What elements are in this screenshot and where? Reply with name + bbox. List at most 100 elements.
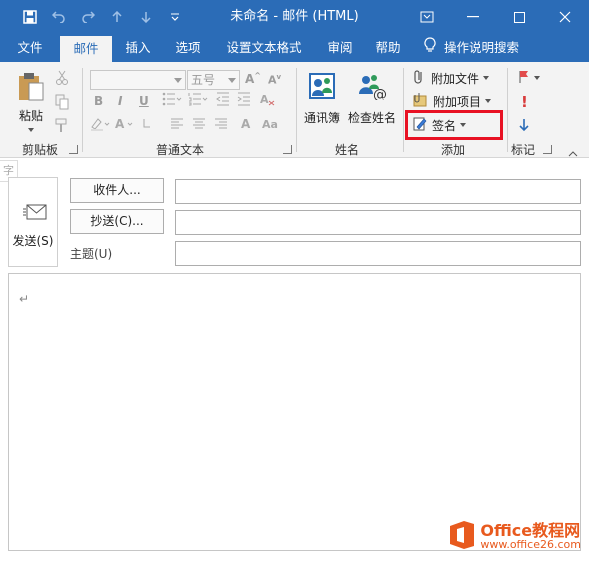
subject-label: 主题(U) [70,247,113,261]
to-button[interactable]: 收件人... [70,178,164,203]
close-button[interactable] [542,0,588,34]
font-name-combo[interactable] [90,70,186,90]
customize-toolbar-icon[interactable] [161,0,189,34]
address-book-button[interactable]: 通讯簿 [301,72,343,126]
group-divider [507,68,508,152]
down-arrow-icon[interactable] [132,0,160,34]
high-importance-icon[interactable]: ! [521,92,528,112]
tab-review[interactable]: 审阅 [318,34,362,62]
copy-icon[interactable] [55,92,69,112]
message-body[interactable]: ↵ [8,273,581,551]
tags-group-label: 标记 [510,143,535,157]
send-button[interactable]: 发送(S) [8,177,58,267]
include-group-label: 添加 [440,143,465,157]
title-bar: 未命名 - 邮件 (HTML) [0,0,589,34]
tab-message[interactable]: 邮件 [60,36,112,62]
up-arrow-icon[interactable] [103,0,131,34]
maximize-button[interactable] [496,0,542,34]
numbering-icon[interactable] [188,92,208,109]
bullets-icon[interactable] [162,92,182,109]
attach-item-label: 附加项目 [433,94,482,109]
ribbon-tabs: 文件 邮件 插入 选项 设置文本格式 审阅 帮助 操作说明搜索 [0,34,589,62]
highlight-color-icon[interactable] [90,117,112,134]
names-group-label: 姓名 [334,143,359,157]
tell-me-label: 操作说明搜索 [444,40,520,55]
format-painter-icon[interactable] [55,116,69,136]
attach-file-label: 附加文件 [431,71,480,86]
svg-text:A: A [241,117,251,131]
ribbon-display-icon[interactable] [404,0,450,34]
decrease-indent-icon[interactable] [216,92,230,109]
undo-icon[interactable] [45,0,73,34]
chevron-down-icon [228,78,236,83]
send-label: 发送(S) [12,234,54,248]
check-names-icon: @ [356,72,388,103]
chevron-down-icon [483,76,490,80]
cc-field[interactable] [175,210,581,235]
clipboard-icon [17,72,45,105]
watermark-brand: Office教程网 [480,520,581,540]
font-launcher-icon[interactable] [143,117,151,131]
grow-font-icon[interactable]: A^ [245,71,261,86]
style-a-icon[interactable]: A [240,117,256,134]
basic-text-launcher-icon[interactable] [283,145,292,154]
office-logo-icon [448,520,476,553]
to-field[interactable] [175,179,581,204]
bold-button[interactable]: B [94,94,103,108]
style-aa-icon[interactable]: Aa [262,117,280,134]
attach-file-button[interactable]: 附加文件 [413,68,490,88]
clear-formatting-icon[interactable]: A [260,92,276,109]
follow-up-button[interactable] [518,68,540,88]
font-color-icon[interactable]: A [115,117,137,134]
chevron-down-icon [174,78,182,83]
check-names-label: 检查姓名 [347,111,396,125]
tab-insert[interactable]: 插入 [116,34,160,62]
chevron-down-icon [534,76,540,80]
tags-launcher-icon[interactable] [543,145,552,154]
paragraph-mark: ↵ [19,292,30,306]
paste-button[interactable]: 粘贴 [14,72,48,132]
check-names-button[interactable]: @ 检查姓名 [346,72,398,126]
tab-format-text[interactable]: 设置文本格式 [218,34,310,62]
group-divider [296,68,297,152]
address-book-label: 通讯簿 [303,111,340,125]
tab-help[interactable]: 帮助 [366,34,410,62]
flag-icon [518,70,530,87]
font-size-combo[interactable]: 五号 [187,70,240,90]
attach-item-icon [413,92,427,111]
tab-options[interactable]: 选项 [166,34,210,62]
underline-button[interactable]: U [139,94,149,108]
align-right-icon[interactable] [214,117,228,134]
cc-button[interactable]: 抄送(C)... [70,209,164,234]
subject-field[interactable] [175,241,581,266]
svg-text:@: @ [373,87,387,100]
svg-text:A: A [115,117,125,131]
cut-icon[interactable] [55,68,69,88]
svg-text:A: A [260,93,269,106]
attach-item-button[interactable]: 附加项目 [413,91,492,111]
low-importance-icon[interactable] [519,115,529,135]
align-left-icon[interactable] [170,117,184,134]
lightbulb-icon [424,35,436,63]
increase-indent-icon[interactable] [237,92,251,109]
exclamation-icon: ! [521,93,528,111]
send-envelope-icon [23,204,47,223]
watermark: Office教程网 www.office26.com [448,520,581,553]
italic-button[interactable]: I [118,94,122,108]
paperclip-icon [413,69,425,88]
save-icon[interactable] [16,0,44,34]
clipboard-group-label: 剪贴板 [21,143,58,157]
shrink-font-icon[interactable]: Av [268,73,281,87]
tab-file[interactable]: 文件 [8,34,52,62]
paste-label: 粘贴 [18,109,43,123]
tell-me-search[interactable]: 操作说明搜索 [424,34,534,62]
align-center-icon[interactable] [192,117,206,134]
clipboard-launcher-icon[interactable] [69,145,78,154]
minimize-button[interactable] [450,0,496,34]
address-book-icon [307,72,337,103]
redo-icon[interactable] [74,0,102,34]
collapse-ribbon-icon[interactable] [568,146,578,160]
chevron-down-icon [485,99,492,103]
svg-text:Aa: Aa [262,118,278,131]
chevron-down-icon [28,128,34,132]
